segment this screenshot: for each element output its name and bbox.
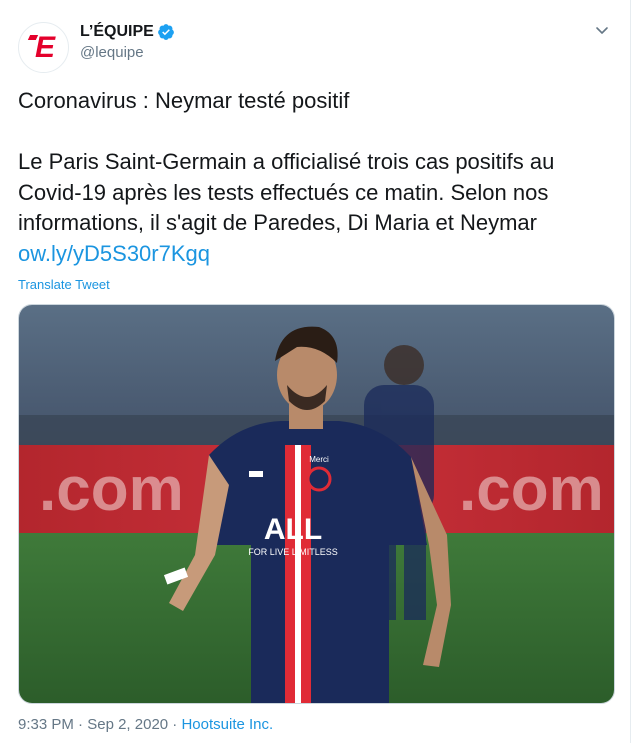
tweet-header: E L’ÉQUIPE @lequipe	[18, 18, 612, 73]
shirt-sponsor-text: FOR LIVE LIMITLESS	[248, 547, 338, 557]
meta-separator-2: ·	[168, 716, 182, 733]
avatar-logo-letter: E	[34, 30, 55, 64]
tweet-media-image[interactable]: Merci ALL FOR LIVE LIMITLESS .com .com	[18, 304, 615, 704]
tweet-meta: 9:33 PM · Sep 2, 2020 · Hootsuite Inc.	[18, 716, 273, 733]
meta-separator: ·	[73, 716, 88, 733]
tweet-card: E L’ÉQUIPE @lequipe Coronavirus : Neymar…	[0, 0, 631, 743]
tweet-time[interactable]: 9:33 PM	[18, 716, 74, 733]
shirt-sponsor-logo: ALL	[264, 513, 322, 546]
verified-badge-icon	[157, 23, 175, 41]
board-text-left: .com	[39, 455, 184, 524]
tweet-link[interactable]: ow.ly/yD5S30r7Kgq	[18, 241, 210, 266]
tweet-text: Coronavirus : Neymar testé positif Le Pa…	[18, 86, 618, 269]
account-handle[interactable]: @lequipe	[80, 44, 175, 61]
tweet-source[interactable]: Hootsuite Inc.	[181, 716, 273, 733]
avatar[interactable]: E	[18, 22, 69, 73]
tweet-headline: Coronavirus : Neymar testé positif	[18, 88, 350, 113]
board-text-right: .com	[459, 455, 604, 524]
tweet-date[interactable]: Sep 2, 2020	[87, 716, 168, 733]
translate-tweet-link[interactable]: Translate Tweet	[18, 277, 110, 292]
badge-text: Merci	[309, 455, 329, 464]
account-names: L’ÉQUIPE @lequipe	[80, 21, 175, 61]
tweet-body: Le Paris Saint-Germain a officialisé tro…	[18, 149, 561, 235]
chevron-down-icon[interactable]	[592, 20, 612, 40]
display-name[interactable]: L’ÉQUIPE	[80, 23, 154, 41]
display-name-row: L’ÉQUIPE	[80, 21, 175, 43]
